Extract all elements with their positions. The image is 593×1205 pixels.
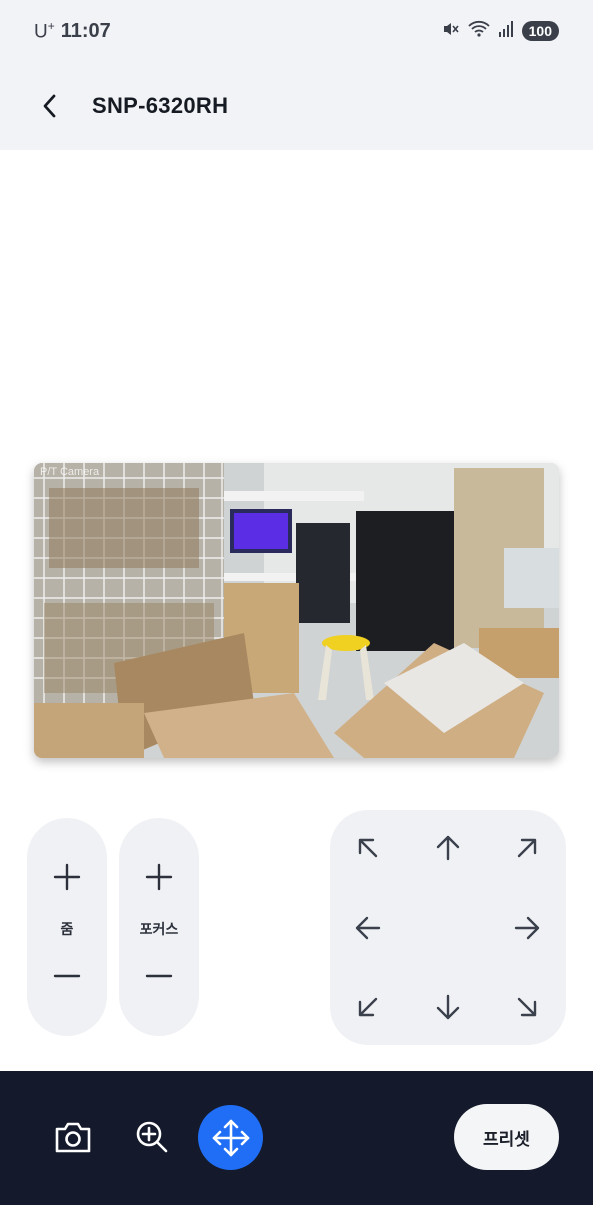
camera-live-view[interactable]: P/T Camera bbox=[34, 463, 559, 758]
arrow-down-icon bbox=[436, 994, 460, 1020]
pan-up-left-button[interactable] bbox=[343, 823, 393, 873]
plus-icon bbox=[145, 863, 173, 891]
battery-indicator: 100 bbox=[521, 21, 559, 41]
status-time: 11:07 bbox=[60, 19, 111, 42]
minus-icon bbox=[53, 974, 81, 978]
mute-icon bbox=[442, 20, 460, 43]
pan-down-button[interactable] bbox=[423, 982, 473, 1032]
status-bar: U+ 11:07 100 bbox=[0, 0, 593, 62]
ptz-direction-pad bbox=[330, 810, 566, 1045]
move-icon bbox=[212, 1119, 249, 1156]
ptz-mode-button[interactable] bbox=[198, 1105, 263, 1170]
arrow-down-left-icon bbox=[358, 997, 378, 1017]
focus-label: 포커스 bbox=[139, 921, 179, 937]
pan-up-button[interactable] bbox=[423, 823, 473, 873]
arrow-down-right-icon bbox=[517, 997, 537, 1017]
arrow-right-icon bbox=[514, 916, 540, 940]
minus-icon bbox=[145, 974, 173, 978]
carrier-label: U+ bbox=[34, 18, 55, 43]
pan-up-right-button[interactable] bbox=[502, 823, 552, 873]
plus-icon bbox=[53, 863, 81, 891]
camera-overlay-text: P/T Camera bbox=[40, 466, 100, 478]
focus-control: 포커스 bbox=[119, 818, 199, 1036]
zoom-out-button[interactable] bbox=[37, 946, 97, 1006]
signal-icon bbox=[498, 20, 514, 43]
page-title: SNP-6320RH bbox=[92, 93, 229, 118]
zoom-label: 줌 bbox=[60, 921, 74, 937]
focus-far-button[interactable] bbox=[129, 946, 189, 1006]
pan-right-button[interactable] bbox=[502, 903, 552, 953]
zoom-in-icon bbox=[136, 1121, 168, 1153]
preset-button[interactable]: 프리셋 bbox=[454, 1104, 559, 1170]
pan-down-left-button[interactable] bbox=[343, 982, 393, 1032]
zoom-control: 줌 bbox=[27, 818, 107, 1036]
snapshot-button[interactable] bbox=[48, 1112, 98, 1162]
back-button[interactable] bbox=[30, 86, 70, 126]
pan-down-right-button[interactable] bbox=[502, 982, 552, 1032]
arrow-up-right-icon bbox=[517, 838, 537, 858]
chevron-left-icon bbox=[43, 94, 56, 118]
wifi-icon bbox=[467, 20, 490, 43]
arrow-left-icon bbox=[355, 916, 381, 940]
zoom-in-button[interactable] bbox=[37, 847, 97, 907]
bottom-toolbar: 프리셋 bbox=[0, 1071, 593, 1205]
arrow-up-left-icon bbox=[358, 838, 378, 858]
arrow-up-icon bbox=[436, 835, 460, 861]
pan-left-button[interactable] bbox=[343, 903, 393, 953]
app-bar: SNP-6320RH bbox=[0, 62, 593, 150]
camera-icon bbox=[55, 1122, 91, 1153]
status-icons: 100 bbox=[442, 20, 559, 43]
digital-zoom-button[interactable] bbox=[127, 1112, 177, 1162]
focus-near-button[interactable] bbox=[129, 847, 189, 907]
